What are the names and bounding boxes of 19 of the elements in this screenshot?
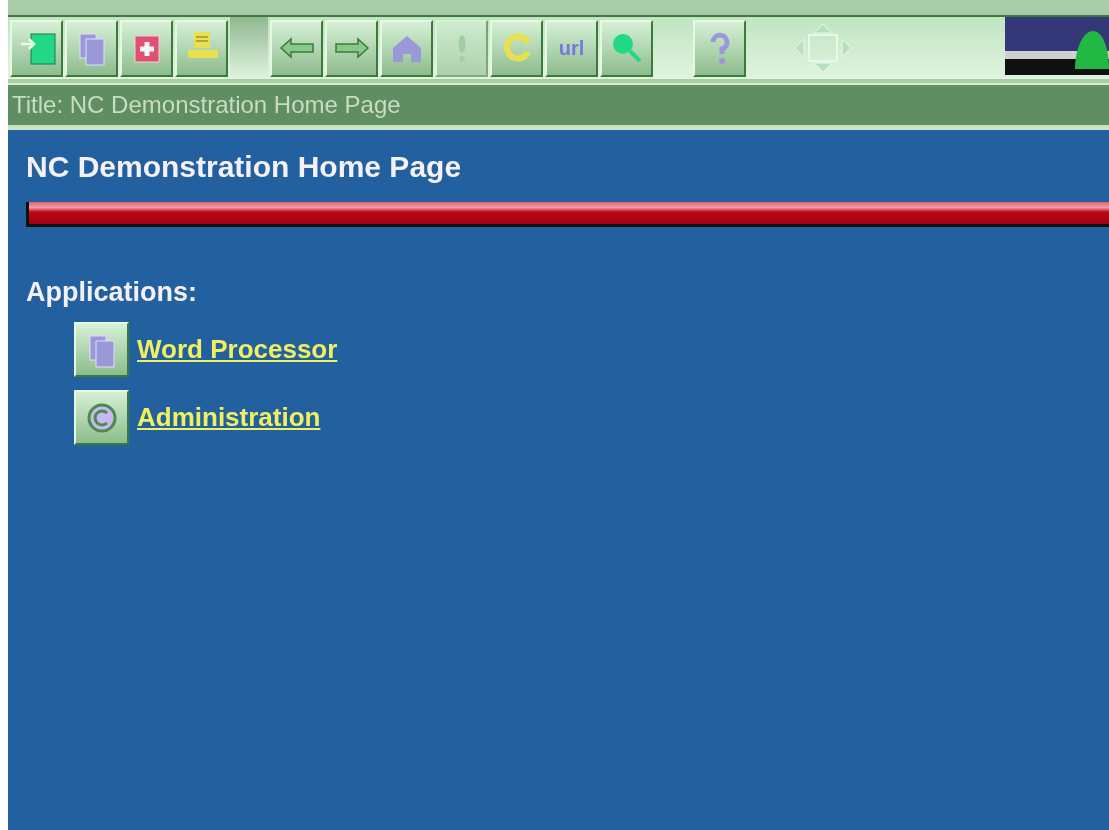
app-link[interactable]: Administration (137, 402, 321, 433)
page-heading: NC Demonstration Home Page (26, 150, 463, 184)
toolbar-button[interactable] (600, 19, 653, 77)
toolbar-button[interactable] (10, 19, 63, 77)
exclamation-icon (457, 33, 466, 63)
page-title: Title: NC Demonstration Home Page (12, 91, 401, 119)
toolbar-button[interactable] (65, 19, 118, 77)
app-icon-button[interactable] (74, 322, 129, 377)
app-link[interactable]: Word Processor (137, 334, 338, 365)
toolbar-button[interactable] (693, 19, 746, 77)
toolbar-button[interactable] (325, 19, 378, 77)
toolbar-button[interactable] (175, 19, 228, 77)
toolbar-button[interactable] (380, 19, 433, 77)
section-heading: Applications: (26, 277, 198, 308)
app-icon-button[interactable] (74, 390, 129, 445)
toolbar-button[interactable] (270, 19, 323, 77)
toolbar-button[interactable] (490, 19, 543, 77)
toolbar-button[interactable] (120, 19, 173, 77)
status-light-icon (1005, 17, 1109, 75)
